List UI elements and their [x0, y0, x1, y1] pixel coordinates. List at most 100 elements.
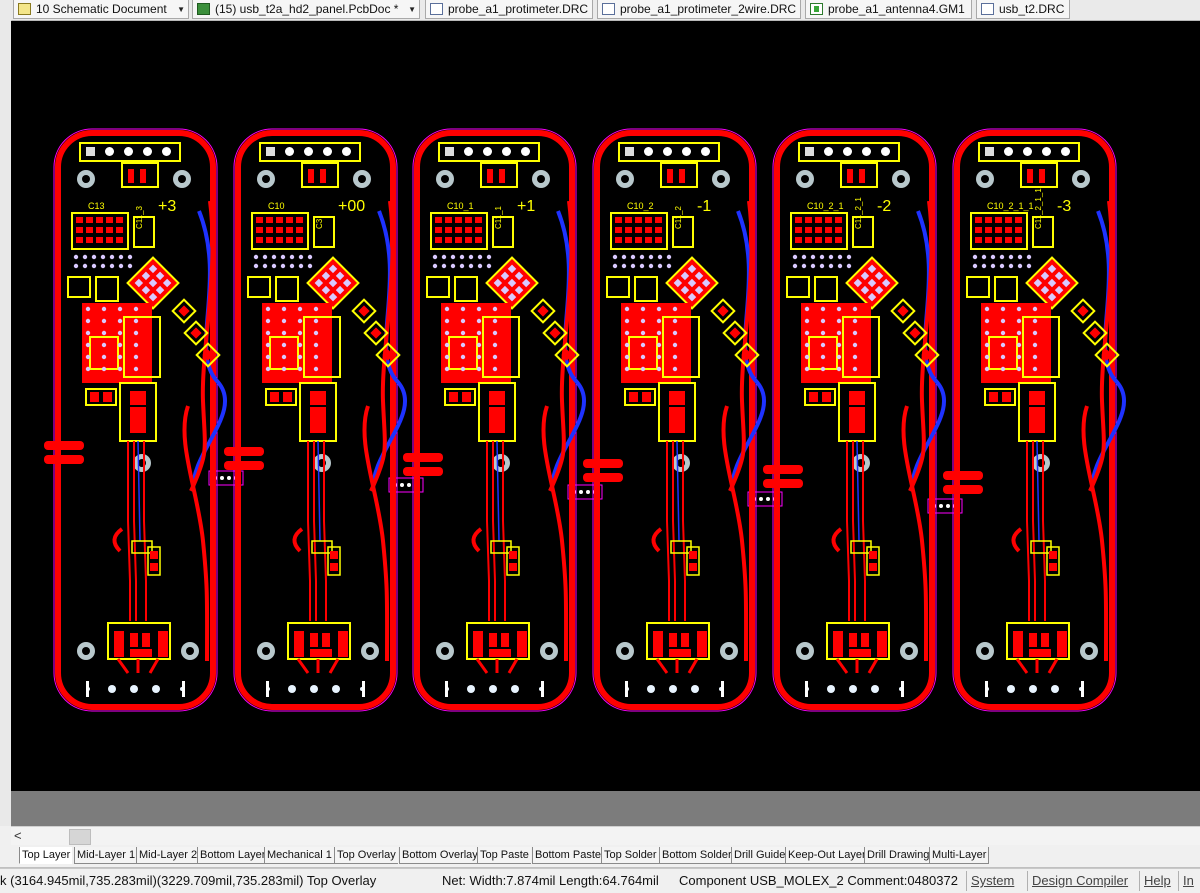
layer-tab-top-layer[interactable]: Top Layer: [19, 847, 73, 864]
top-layer-trace: [1026, 441, 1030, 621]
layer-tab-top-overlay[interactable]: Top Overlay: [334, 847, 398, 864]
scrollbar-thumb[interactable]: [69, 829, 91, 845]
via: [85, 306, 91, 312]
component-outline: [67, 276, 91, 298]
via: [460, 318, 466, 324]
document-tab-bar: 10 Schematic Document ▼ (15) usb_t2a_hd2…: [0, 0, 1200, 21]
layer-tab-mechanical-1[interactable]: Mechanical 1: [264, 847, 334, 864]
usb-trace: [655, 658, 699, 674]
pcb-drawing[interactable]: 0 000 0C13C11_3 +30 000 0C10C3+000 000 0C10_1C1…: [11, 21, 1200, 791]
smd-pad: [310, 407, 326, 433]
board-label: -1: [697, 198, 711, 215]
status-coordinates: k (3164.945mil,735.283mil)(3229.709mil,7…: [0, 873, 377, 888]
mouse-bite-hole: [579, 490, 583, 494]
via: [492, 354, 498, 360]
slot-mark: [445, 681, 448, 697]
mounting-hole-label: 0: [622, 647, 627, 657]
via: [85, 330, 91, 336]
tab-drc-protimeter-2wire[interactable]: probe_a1_protimeter_2wire.DRC: [597, 0, 801, 19]
header-pin-pad: [521, 147, 530, 156]
layer-tab-drill-guide[interactable]: Drill Guide: [731, 847, 788, 864]
slot-mark: [625, 681, 628, 697]
panel-button-design-compiler[interactable]: Design Compiler: [1027, 871, 1132, 891]
smd-pad: [689, 551, 697, 559]
smd-pad: [296, 227, 303, 233]
slot-mark: [362, 681, 365, 697]
via: [468, 263, 474, 269]
header-pin-pad: [445, 147, 454, 156]
smd-pad: [1029, 391, 1045, 405]
via: [640, 318, 646, 324]
tab-gerber-antenna4[interactable]: probe_a1_antenna4.GM1: [805, 0, 972, 19]
tab-pcb-document[interactable]: (15) usb_t2a_hd2_panel.PcbDoc * ▼: [192, 0, 420, 19]
usb-pad: [338, 631, 348, 657]
via: [990, 254, 996, 260]
horizontal-scrollbar[interactable]: <: [11, 826, 1200, 845]
via: [1017, 263, 1023, 269]
layer-tab-bottom-solder[interactable]: Bottom Solder: [659, 847, 734, 864]
smd-pad: [128, 169, 134, 183]
smd-pad: [256, 217, 263, 223]
via: [476, 330, 482, 336]
via: [1032, 366, 1038, 372]
panel-button-instruments[interactable]: In: [1178, 871, 1198, 891]
component-outline: [275, 276, 299, 302]
via: [820, 318, 826, 324]
layer-tab-drill-drawing[interactable]: Drill Drawing: [864, 847, 932, 864]
top-layer-trace: [127, 441, 131, 621]
top-layer-trace: [307, 441, 311, 621]
mounting-hole-label: 0: [187, 647, 192, 657]
mouse-bite-hole: [586, 490, 590, 494]
layer-tab-bottom-layer[interactable]: Bottom Layer: [197, 847, 268, 864]
via: [73, 263, 79, 269]
tab-schematic-document[interactable]: 10 Schematic Document ▼: [13, 0, 189, 19]
tab-drc-usb-t2[interactable]: usb_t2.DRC: [976, 0, 1070, 19]
layer-tab-top-paste[interactable]: Top Paste: [477, 847, 531, 864]
board-edge-pad: [583, 473, 623, 482]
chevron-down-icon[interactable]: ▼: [177, 0, 185, 18]
layer-tab-multi-layer[interactable]: Multi-Layer: [929, 847, 990, 864]
via: [1026, 263, 1032, 269]
pcb-icon: [197, 3, 210, 15]
via: [656, 306, 662, 312]
tab-label: (15) usb_t2a_hd2_panel.PcbDoc *: [215, 2, 399, 16]
via: [852, 306, 858, 312]
panel-button-help[interactable]: Help: [1139, 871, 1175, 891]
layer-tab-mid-layer-1[interactable]: Mid-Layer 1: [74, 847, 138, 864]
scroll-left-icon[interactable]: <: [14, 827, 22, 845]
board-edge-pad: [943, 471, 983, 480]
via: [648, 254, 654, 260]
via: [624, 306, 630, 312]
via: [621, 254, 627, 260]
drc-doc-icon: [602, 3, 615, 15]
smd-pad: [1015, 227, 1022, 233]
via: [612, 254, 618, 260]
tab-drc-protimeter[interactable]: probe_a1_protimeter.DRC: [425, 0, 593, 19]
smd-pad: [509, 563, 517, 571]
smd-pad: [370, 327, 382, 339]
layer-tab-top-solder[interactable]: Top Solder: [601, 847, 659, 864]
smd-pad: [276, 237, 283, 243]
smd-pad: [130, 391, 146, 405]
slot-mark: [541, 681, 544, 697]
smd-pad: [475, 227, 482, 233]
smd-pad: [805, 217, 812, 223]
smd-pad: [835, 217, 842, 223]
smd-pad: [975, 227, 982, 233]
smd-pad: [86, 237, 93, 243]
smd-pad: [1029, 407, 1045, 433]
usb-pad: [517, 631, 527, 657]
panel-button-system[interactable]: System: [966, 871, 1018, 891]
layer-tab-bottom-paste[interactable]: Bottom Paste: [532, 847, 604, 864]
pcb-canvas[interactable]: 0 0 0 0 0 C13 C11_3 +3 0 0 0 0 0 C10 C3 +00 0 0 0 0 0 C10_1 C1…: [11, 21, 1200, 791]
mounting-hole-label: 0: [622, 175, 627, 185]
layer-tab-bottom-overlay[interactable]: Bottom Overlay: [399, 847, 480, 864]
layer-tab-keep-out-layer[interactable]: Keep-Out Layer: [785, 847, 868, 864]
smd-pad: [296, 217, 303, 223]
chevron-down-icon[interactable]: ▼: [408, 0, 416, 18]
layer-tab-mid-layer-2[interactable]: Mid-Layer 2: [136, 847, 200, 864]
usb-trace: [116, 658, 160, 674]
via: [1032, 318, 1038, 324]
header-pin-pad: [701, 147, 710, 156]
via: [792, 263, 798, 269]
